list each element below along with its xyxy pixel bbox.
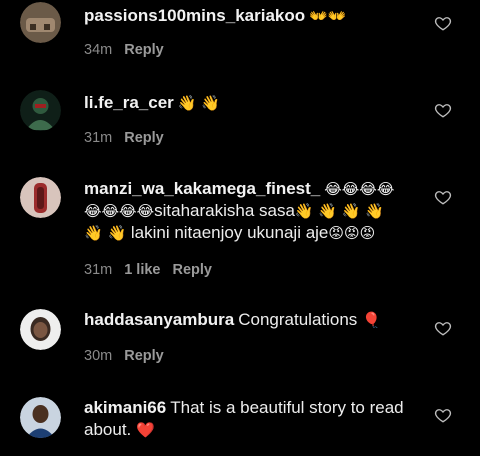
reply-button[interactable]: Reply — [124, 42, 164, 58]
comment-username[interactable]: haddasanyambura — [84, 310, 234, 329]
reply-button[interactable]: Reply — [124, 348, 164, 364]
comment-username[interactable]: passions100mins_kariakoo — [84, 6, 305, 25]
comment-time: 34m — [84, 42, 113, 58]
comment-meta: 31m 1 like Reply — [84, 262, 224, 278]
heart-outline-icon[interactable] — [434, 319, 452, 337]
comment-body: li.fe_ra_cer 👋 👋 — [84, 92, 414, 114]
comment-text: lakini nitaenjoy ukunaji aje — [130, 223, 329, 242]
comment-body: haddasanyambura Congratulations 🎈 — [84, 309, 414, 331]
reply-button[interactable]: Reply — [124, 130, 164, 146]
comment-text: sitaharakisha sasa — [154, 201, 295, 220]
reply-button[interactable]: Reply — [173, 262, 213, 278]
avatar[interactable] — [20, 397, 61, 438]
avatar[interactable] — [20, 177, 61, 218]
heart-outline-icon[interactable] — [434, 406, 452, 424]
comment-body: passions100mins_kariakoo 👐👐 — [84, 5, 414, 27]
comment-emoji: 😂😂😂😂 — [324, 180, 395, 198]
comment-emoji: 😂😂😂😂 — [84, 202, 155, 220]
comment-text: Congratulations — [238, 310, 358, 329]
avatar[interactable] — [20, 2, 61, 43]
comment-emoji: 👋 👋 👋 👋 — [294, 202, 384, 220]
comment-body: manzi_wa_kakamega_finest_ 😂😂😂😂 😂😂😂😂sitaha… — [84, 178, 414, 244]
comment-meta: 30m Reply — [84, 348, 176, 364]
comment-time: 31m — [84, 262, 113, 278]
comment-time: 31m — [84, 130, 113, 146]
comment-emoji: ❤️ — [136, 421, 155, 439]
heart-outline-icon[interactable] — [434, 14, 452, 32]
comment-emoji: 👋 👋 — [177, 94, 220, 112]
heart-outline-icon[interactable] — [434, 101, 452, 119]
avatar[interactable] — [20, 90, 61, 131]
comment-username[interactable]: manzi_wa_kakamega_finest_ — [84, 179, 320, 198]
comment-username[interactable]: akimani66 — [84, 398, 166, 417]
like-count[interactable]: 1 like — [124, 262, 160, 278]
comment-body: akimani66 That is a beautiful story to re… — [84, 397, 414, 441]
comment-username[interactable]: li.fe_ra_cer — [84, 93, 174, 112]
comment-meta: 31m Reply — [84, 130, 176, 146]
comment-emoji: 👐👐 — [309, 7, 347, 25]
comment-emoji: 🎈 — [362, 311, 381, 329]
comment-emoji: 👋 👋 — [84, 224, 127, 242]
heart-outline-icon[interactable] — [434, 188, 452, 206]
comment-emoji: 😡😡😡 — [328, 224, 376, 242]
avatar[interactable] — [20, 309, 61, 350]
comment-time: 30m — [84, 348, 113, 364]
comment-meta: 34m Reply — [84, 42, 176, 58]
